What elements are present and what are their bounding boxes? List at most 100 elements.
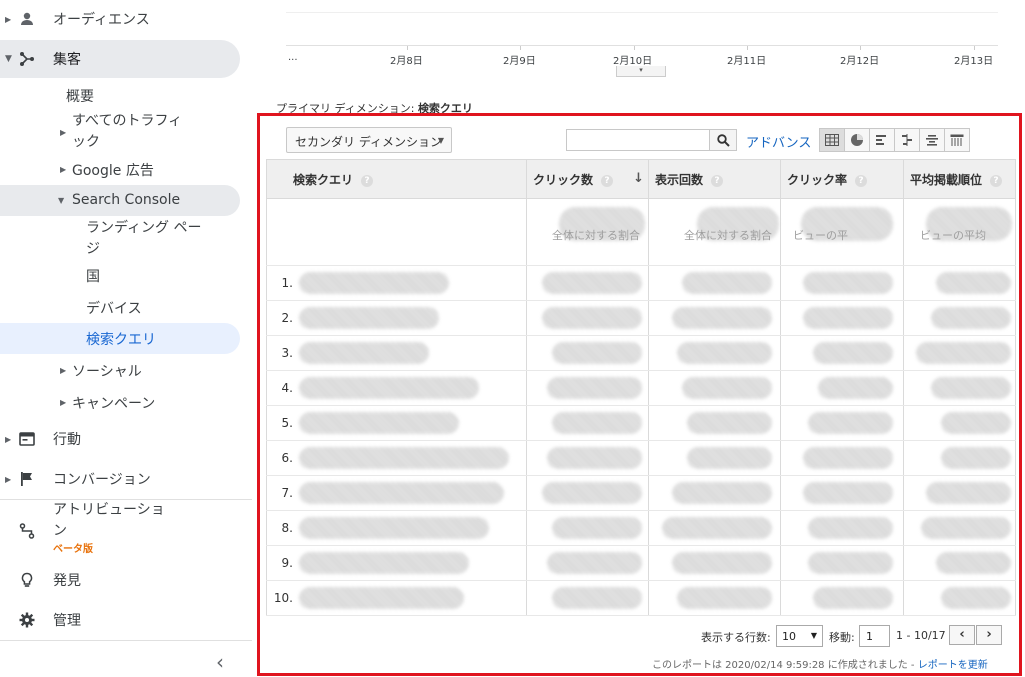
metric-cell (648, 300, 781, 336)
metric-cell (526, 510, 649, 546)
column-header-position[interactable]: 平均掲載順位? (903, 159, 1016, 199)
rows-per-page-select[interactable]: 10 ▼ (776, 625, 823, 647)
redacted-value (682, 272, 772, 294)
goto-page-input[interactable]: 1 (859, 625, 890, 647)
table-row[interactable]: 4. (266, 370, 1016, 406)
redacted-query[interactable] (299, 272, 449, 294)
sidebar-item-landing-pages[interactable]: ランディング ペー ジ (86, 218, 201, 260)
redacted-query[interactable] (299, 482, 504, 504)
pivot-view-button[interactable] (944, 128, 970, 152)
redacted-value (808, 412, 893, 434)
caret-right-icon: ▶ (60, 366, 67, 375)
table-row[interactable]: 6. (266, 440, 1016, 476)
table-row[interactable]: 2. (266, 300, 1016, 336)
previous-page-button[interactable]: ‹ (949, 625, 975, 645)
help-icon[interactable]: ? (990, 174, 1003, 187)
collapse-sidebar-button[interactable]: ‹ (216, 650, 224, 674)
sidebar-item-queries[interactable]: 検索クエリ (86, 329, 156, 349)
pie-view-button[interactable] (844, 128, 870, 152)
metric-cell (526, 440, 649, 476)
table-row[interactable]: 7. (266, 475, 1016, 511)
table-row[interactable]: 5. (266, 405, 1016, 441)
column-header-impressions[interactable]: 表示回数? (648, 159, 781, 199)
redacted-query[interactable] (299, 412, 459, 434)
sidebar-item-social[interactable]: ソーシャル (72, 361, 142, 381)
redacted-value (672, 307, 772, 329)
rows-per-page-label: 表示する行数: (701, 631, 771, 644)
secondary-dimension-dropdown[interactable]: セカンダリ ディメンション ▼ (286, 127, 452, 153)
column-header-query[interactable]: 検索クエリ? (266, 159, 527, 199)
metric-cell (648, 370, 781, 406)
query-cell: 1. (266, 265, 527, 301)
help-icon[interactable]: ? (711, 174, 724, 187)
table-row[interactable]: 1. (266, 265, 1016, 301)
beta-badge: ベータ版 (53, 544, 93, 555)
search-button[interactable] (709, 129, 737, 151)
metric-cell (780, 370, 904, 406)
caret-right-icon: ▶ (60, 165, 67, 174)
x-tick (520, 46, 521, 50)
redacted-value (803, 447, 893, 469)
comparison-view-button[interactable] (894, 128, 920, 152)
metric-cell (526, 580, 649, 616)
redacted-query[interactable] (299, 517, 489, 539)
sidebar-item-country[interactable]: 国 (86, 266, 100, 286)
table-row[interactable]: 8. (266, 510, 1016, 546)
query-cell: 2. (266, 300, 527, 336)
table-view-button[interactable] (819, 128, 845, 152)
redacted-query[interactable] (299, 342, 429, 364)
table-row[interactable]: 3. (266, 335, 1016, 371)
sidebar-item-campaigns[interactable]: キャンペーン (72, 393, 155, 413)
redacted-query[interactable] (299, 377, 479, 399)
metric-cell (648, 475, 781, 511)
advanced-filter-link[interactable]: アドバンス (746, 132, 811, 151)
sidebar-item-search-console[interactable]: Search Console (72, 192, 180, 208)
redacted-value (921, 517, 1011, 539)
acquisition-highlight (0, 40, 240, 78)
table-row[interactable]: 9. (266, 545, 1016, 581)
term-cloud-view-button[interactable] (919, 128, 945, 152)
term-cloud-icon (926, 135, 938, 146)
redacted-query[interactable] (299, 447, 509, 469)
sidebar-divider (0, 640, 252, 641)
redacted-value (687, 412, 772, 434)
row-number: 10. (273, 591, 293, 605)
row-number: 1. (281, 276, 293, 290)
search-icon (716, 133, 730, 147)
chart-baseline (286, 45, 998, 46)
help-icon[interactable]: ? (361, 174, 374, 187)
gear-icon (18, 611, 36, 629)
redacted-value (936, 272, 1011, 294)
sidebar-item-label: ジ (86, 241, 100, 257)
column-header-clicks[interactable]: クリック数? ↓ (526, 159, 649, 199)
sidebar-item-overview[interactable]: 概要 (66, 86, 94, 106)
column-header-ctr[interactable]: クリック率? (780, 159, 904, 199)
redacted-query[interactable] (299, 587, 464, 609)
table-header-row: 検索クエリ? クリック数? ↓ 表示回数? クリック率? 平均掲載順位? (266, 159, 1016, 199)
sidebar-item-google-ads[interactable]: Google 広告 (72, 160, 154, 180)
caret-down-icon: ▼ (58, 196, 65, 205)
row-number: 2. (281, 311, 293, 325)
help-icon[interactable]: ? (601, 174, 614, 187)
redacted-query[interactable] (299, 307, 439, 329)
sidebar-item-device[interactable]: デバイス (86, 298, 142, 318)
next-page-button[interactable]: › (976, 625, 1002, 645)
chevron-down-icon: ▼ (810, 631, 817, 640)
redacted-query[interactable] (299, 552, 469, 574)
refresh-report-link[interactable]: レポートを更新 (918, 660, 988, 671)
chart-toggle-button[interactable]: ▾ (616, 66, 666, 77)
redacted-value (931, 307, 1011, 329)
help-icon[interactable]: ? (855, 174, 868, 187)
metric-cell (526, 335, 649, 371)
table-search-input[interactable] (566, 129, 710, 151)
sidebar-item-all-traffic[interactable]: すべてのトラフィ ック (72, 111, 182, 153)
query-cell: 6. (266, 440, 527, 476)
sidebar-item-label: 集客 (53, 52, 81, 68)
summary-cell: ビューの平 (780, 198, 904, 266)
metric-cell (903, 510, 1016, 546)
metric-cell (526, 300, 649, 336)
performance-view-button[interactable] (869, 128, 895, 152)
table-row[interactable]: 10. (266, 580, 1016, 616)
redacted-value (542, 482, 642, 504)
summary-cell: 全体に対する割合 (526, 198, 649, 266)
